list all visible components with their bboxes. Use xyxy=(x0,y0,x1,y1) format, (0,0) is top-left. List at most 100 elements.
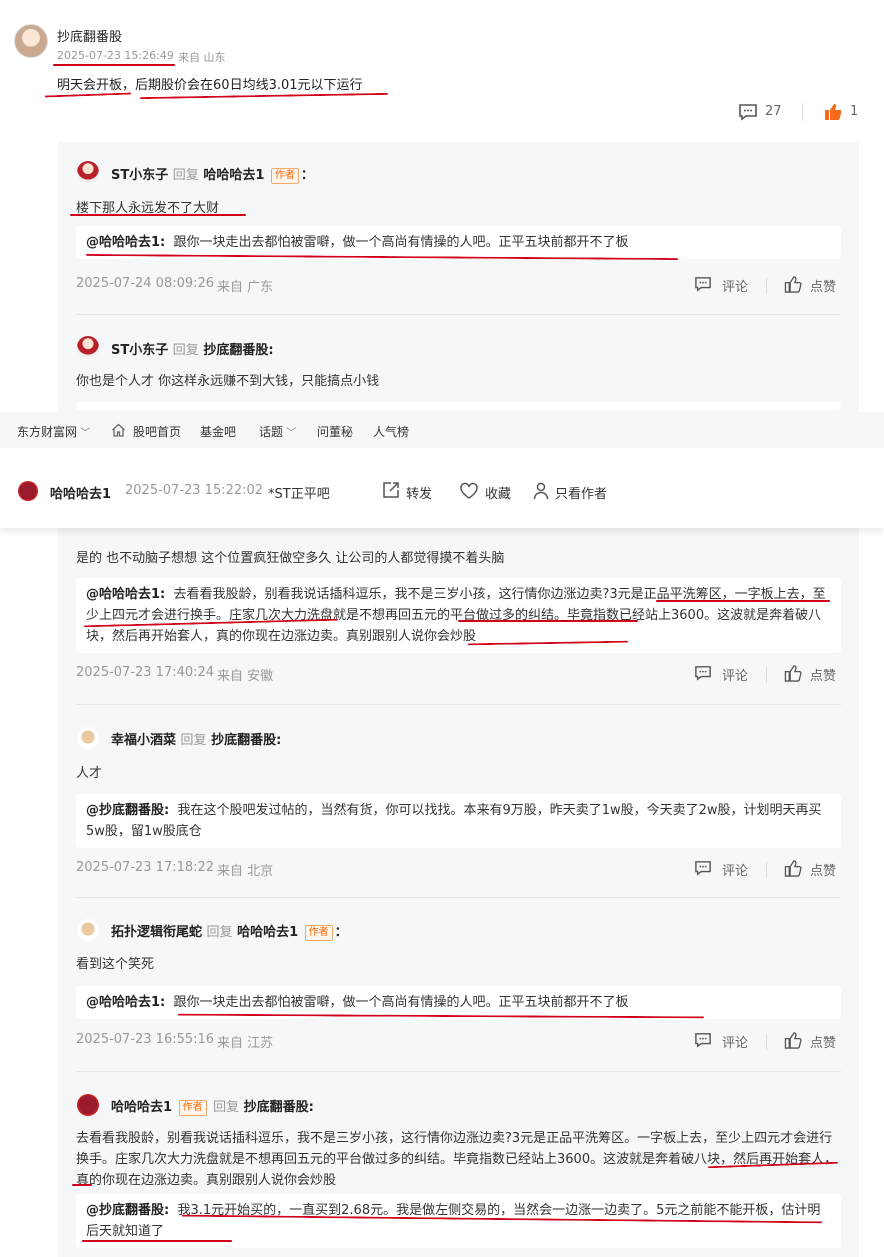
comment-icon[interactable] xyxy=(694,860,712,880)
reply-item: 拓扑逻辑衔尾蛇 回复 哈哈哈去1 作者： 看到这个笑死 @哈哈哈去1: 跟你一块… xyxy=(58,897,859,1077)
reply-text: 看到这个笑死 xyxy=(76,957,155,972)
share-icon[interactable] xyxy=(382,481,400,503)
reply-quote: @哈哈哈去1: 去看看我股龄，别看我说话插科逗乐，我不是三岁小孩，这行情你边涨边… xyxy=(76,578,841,653)
comment-button[interactable]: 评论 xyxy=(722,665,748,684)
reply-username[interactable]: ST小东子 xyxy=(111,168,168,183)
reply-footer: 2025-07-23 17:40:24 来自 安徽 评论 点赞 xyxy=(76,665,841,685)
reply-word: 回复 xyxy=(206,925,233,940)
divider xyxy=(766,862,767,878)
reply-word: 回复 xyxy=(180,733,207,748)
comment-time: 2025-07-23 15:26:49 xyxy=(57,49,174,62)
reply-text: 人才 xyxy=(76,766,103,781)
post-bar-name[interactable]: *ST正平吧 xyxy=(268,483,330,502)
reply-header: 哈哈哈去1 作者 回复 抄底翻番股: xyxy=(111,1096,314,1116)
collect-button[interactable]: 收藏 xyxy=(485,483,511,502)
thumb-up-icon[interactable] xyxy=(784,1032,802,1053)
comment-button[interactable]: 评论 xyxy=(722,860,748,879)
avatar[interactable] xyxy=(77,727,99,749)
post-author[interactable]: 哈哈哈去1 xyxy=(50,483,111,502)
reply-location: 来自 北京 xyxy=(217,864,274,879)
comment-button[interactable]: 评论 xyxy=(722,276,748,295)
thumb-up-icon[interactable] xyxy=(784,860,802,881)
divider xyxy=(802,103,803,121)
reply-target[interactable]: 哈哈哈去1 xyxy=(237,925,298,940)
comment-icon[interactable] xyxy=(738,103,758,121)
like-button[interactable]: 点赞 xyxy=(810,665,836,684)
nav-eastmoney[interactable]: 东方财富网 ﹀ xyxy=(17,423,90,440)
reply-item: ST小东子 回复 抄底翻番股: 你也是个人才 你这样永远赚不到大钱，只能搞点小钱 xyxy=(58,314,859,414)
post-info-bar: 哈哈哈去1 2025-07-23 15:22:02 *ST正平吧 转发 收藏 只… xyxy=(0,448,884,528)
reply-text: 去看看我股龄，别看我说话插科逗乐，我不是三岁小孩，这行情你边涨边卖?3元是正品平… xyxy=(76,1131,838,1188)
reply-header: ST小东子 回复 哈哈哈去1 作者： xyxy=(111,164,314,184)
quote-user[interactable]: @哈哈哈去1: xyxy=(86,995,165,1010)
reply-word: 回复 xyxy=(213,1100,240,1115)
avatar[interactable] xyxy=(77,1094,99,1116)
reply-target[interactable]: 抄底翻番股: xyxy=(244,1100,314,1115)
reply-target[interactable]: 抄底翻番股: xyxy=(211,733,281,748)
reply-location: 来自 广东 xyxy=(217,280,274,295)
reply-text: 你也是个人才 你这样永远赚不到大钱，只能搞点小钱 xyxy=(76,374,380,389)
reply-text: 是的 也不动脑子想想 这个位置疯狂做空多久 让公司的人都觉得摸不着头脑 xyxy=(76,551,505,566)
reply-item: 幸福小酒菜 回复 抄底翻番股: 人才 @抄底翻番股: 我在这个股吧发过帖的，当然… xyxy=(58,705,859,898)
reply-quote xyxy=(76,402,841,410)
reply-target[interactable]: 哈哈哈去1 xyxy=(203,168,264,183)
nav-popularity[interactable]: 人气榜 xyxy=(373,423,409,440)
chevron-down-icon: ﹀ xyxy=(283,428,297,439)
top-comment: 抄底翻番股 2025-07-23 15:26:49 来自 山东 明天会开板，后期… xyxy=(0,0,884,140)
reply-username[interactable]: ST小东子 xyxy=(111,343,168,358)
author-tag: 作者 xyxy=(304,925,333,941)
nav-topics[interactable]: 话题 ﹀ xyxy=(259,423,296,440)
colon: ： xyxy=(300,168,314,183)
quote-user[interactable]: @哈哈哈去1: xyxy=(86,235,165,250)
nav-guba-home[interactable]: 股吧首页 xyxy=(133,423,181,440)
avatar[interactable] xyxy=(77,161,99,183)
nav-ask-secretary[interactable]: 问董秘 xyxy=(317,423,353,440)
nav-label: 东方财富网 xyxy=(17,425,78,439)
comment-icon[interactable] xyxy=(694,1032,712,1052)
reply-footer: 2025-07-23 17:18:22 来自 北京 评论 点赞 xyxy=(76,860,841,880)
thumb-up-icon[interactable] xyxy=(824,103,842,121)
avatar[interactable] xyxy=(18,481,38,501)
quote-user[interactable]: @抄底翻番股: xyxy=(86,1203,169,1218)
divider xyxy=(766,667,767,683)
divider xyxy=(766,278,767,294)
reply-header: 拓扑逻辑衔尾蛇 回复 哈哈哈去1 作者： xyxy=(111,921,348,941)
comment-username[interactable]: 抄底翻番股 xyxy=(57,26,122,45)
reply-username[interactable]: 哈哈哈去1 xyxy=(111,1100,172,1115)
reply-footer: 2025-07-24 08:09:26 来自 广东 评论 点赞 xyxy=(76,276,841,296)
person-icon[interactable] xyxy=(533,482,549,504)
avatar[interactable] xyxy=(77,336,99,358)
like-button[interactable]: 点赞 xyxy=(810,276,836,295)
reply-username[interactable]: 拓扑逻辑衔尾蛇 xyxy=(111,925,202,940)
home-icon[interactable] xyxy=(111,423,126,438)
reply-item: ST小东子 回复 哈哈哈去1 作者： 楼下那人永远发不了大财 @哈哈哈去1: 跟… xyxy=(58,142,859,315)
reply-word: 回复 xyxy=(172,343,199,358)
reply-target[interactable]: 抄底翻番股: xyxy=(203,343,273,358)
reply-location: 来自 江苏 xyxy=(217,1036,274,1051)
comment-icon[interactable] xyxy=(694,665,712,685)
comment-button[interactable]: 评论 xyxy=(722,1032,748,1051)
quote-text: 跟你一块走出去都怕被雷噼，做一个高尚有情操的人吧。正平五块前都开不了板 xyxy=(173,995,629,1010)
comment-icon[interactable] xyxy=(694,276,712,296)
only-author-button[interactable]: 只看作者 xyxy=(555,483,607,502)
reply-header: ST小东子 回复 抄底翻番股: xyxy=(111,339,274,358)
thumb-up-icon[interactable] xyxy=(784,276,802,297)
nav-fund-bar[interactable]: 基金吧 xyxy=(200,423,236,440)
comment-text: 明天会开板，后期股价会在60日均线3.01元以下运行 xyxy=(57,74,363,93)
reply-quote: @抄底翻番股: 我在这个股吧发过帖的，当然有货，你可以找找。本来有9万股，昨天卖… xyxy=(76,794,841,848)
replies-panel: ST小东子 回复 哈哈哈去1 作者： 楼下那人永远发不了大财 @哈哈哈去1: 跟… xyxy=(58,142,859,1257)
quote-text: 我在这个股吧发过帖的，当然有货，你可以找找。本来有9万股，昨天卖了1w股，今天卖… xyxy=(86,803,822,839)
like-button[interactable]: 点赞 xyxy=(810,860,836,879)
heart-icon[interactable] xyxy=(459,482,479,504)
thumb-up-icon[interactable] xyxy=(784,665,802,686)
quote-user[interactable]: @哈哈哈去1: xyxy=(86,587,165,602)
like-button[interactable]: 点赞 xyxy=(810,1032,836,1051)
reply-username[interactable]: 幸福小酒菜 xyxy=(111,733,176,748)
avatar[interactable] xyxy=(77,919,99,941)
reply-item: 哈哈哈去1 作者 回复 抄底翻番股: 去看看我股龄，别看我说话插科逗乐，我不是三… xyxy=(58,1072,859,1257)
quote-user[interactable]: @抄底翻番股: xyxy=(86,803,169,818)
forward-button[interactable]: 转发 xyxy=(406,483,432,502)
author-tag: 作者 xyxy=(178,1100,207,1116)
avatar[interactable] xyxy=(14,24,48,58)
reply-item: 是的 也不动脑子想想 这个位置疯狂做空多久 让公司的人都觉得摸不着头脑 @哈哈哈… xyxy=(58,514,859,712)
